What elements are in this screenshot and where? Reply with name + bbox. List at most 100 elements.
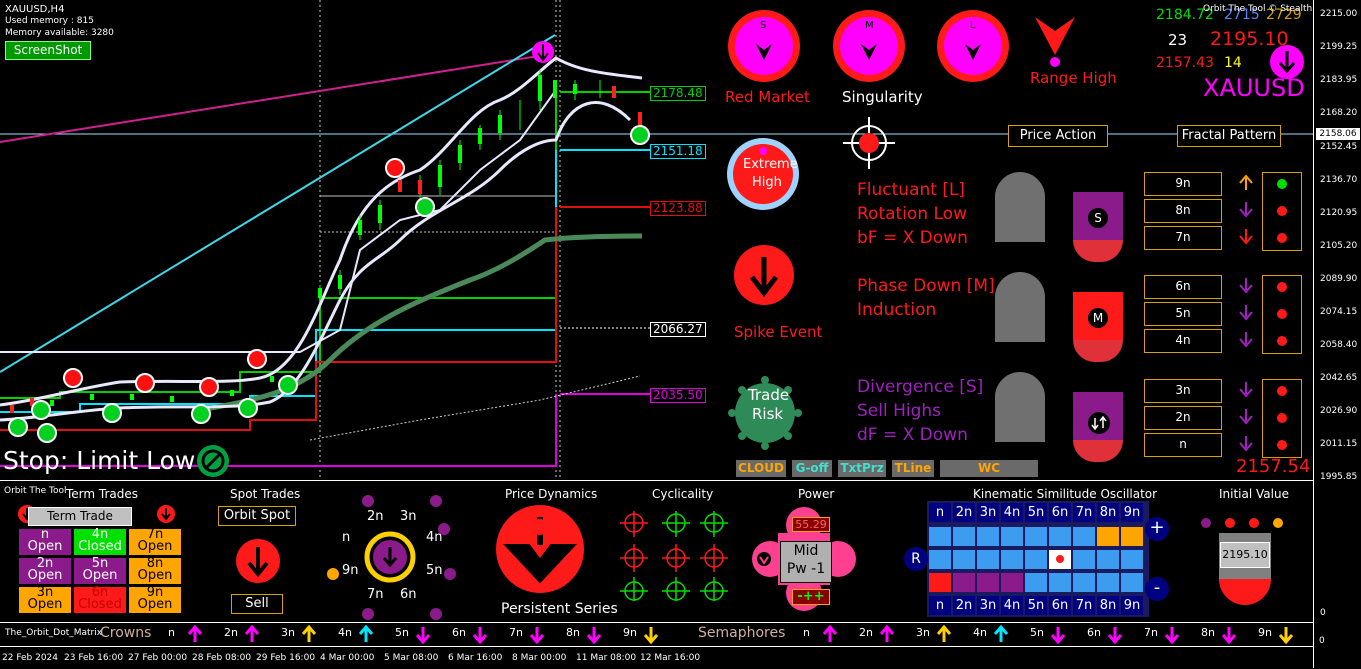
price-axis: 2215.00 2199.25 2183.95 2168.20 2152.45 … <box>1313 0 1361 668</box>
kso-plus-button[interactable]: + <box>1145 517 1169 541</box>
spike-event-icon <box>734 245 794 305</box>
nbox-5n[interactable]: 5n <box>1144 302 1222 326</box>
signal-box-1 <box>1262 172 1302 251</box>
bottom-price-label: 2157.54 <box>1236 456 1311 477</box>
cyclicality-title: Cyclicality <box>652 487 714 501</box>
crosshair-target-icon <box>843 117 895 169</box>
txtprz-button[interactable]: TxtPrz <box>838 460 886 477</box>
spike-event-label: Spike Event <box>734 323 823 341</box>
orbit-spot-button[interactable]: Orbit Spot <box>218 506 296 526</box>
g-off-button[interactable]: G-off <box>792 460 832 477</box>
orbit-ring: 2n 3n n 4n 9n 5n 7n 6n <box>320 491 460 621</box>
nbox-n[interactable]: n <box>1144 433 1222 457</box>
current-price-tag: 2158.06 <box>1316 128 1360 140</box>
signal-box-2 <box>1262 275 1302 354</box>
level-label-2123: 2123.88 <box>650 201 706 216</box>
tt-cell-9n[interactable]: 9n Open <box>129 586 181 613</box>
tt-cell-5n[interactable]: 5n Open <box>74 557 126 584</box>
nbox-8n[interactable]: 8n <box>1144 199 1222 223</box>
gauge-m-shape <box>995 272 1045 342</box>
kso-grid: n 2n 3n 4n 5n 6n 7n 8n 9n n 2n 3n 4n 5n … <box>927 501 1149 617</box>
s-badge-icon: S <box>1073 192 1123 262</box>
spot-sell-arrow-icon <box>236 539 280 583</box>
nbox-9n[interactable]: 9n <box>1144 172 1222 196</box>
kso-minus-button[interactable]: - <box>1145 577 1169 601</box>
trade-risk-icon: Trade Risk <box>726 374 804 452</box>
memory-available: Memory available: 3280 <box>5 28 114 38</box>
cyclicality-grid <box>620 509 730 601</box>
spot-trades-title: Spot Trades <box>230 487 301 501</box>
divergence-label: Divergence [S] <box>857 377 984 397</box>
red-market-label: Red Market <box>725 88 810 106</box>
kso-r-button[interactable]: R <box>904 547 928 571</box>
tt-cell-2n[interactable]: 2n Open <box>19 557 71 584</box>
screenshot-button[interactable]: ScreenShot <box>5 41 91 60</box>
phase-down-label: Phase Down [M] <box>857 276 995 296</box>
range-high-label: Range High <box>1030 69 1117 87</box>
strip-arrows <box>187 624 1294 645</box>
wc-button[interactable]: WC <box>940 460 1038 477</box>
nbox-6n[interactable]: 6n <box>1144 275 1222 299</box>
rotation-low-label: Rotation Low <box>857 204 967 224</box>
signal-box-3 <box>1262 379 1302 458</box>
s-circle-icon: S <box>728 10 800 82</box>
induction-label: Induction <box>857 300 937 320</box>
symbol-big-label: XAUUSD <box>1203 74 1305 102</box>
extreme-high-icon: Extreme High <box>727 138 799 210</box>
strip-zero: 0 <box>1319 636 1325 646</box>
sell-highs-label: Sell Highs <box>857 401 942 421</box>
power-gauge: 55.29 Mid Pw -1 -++ <box>752 507 856 611</box>
level-label-2178: 2178.48 <box>650 86 706 101</box>
fluctuant-label: Fluctuant [L] <box>857 180 966 200</box>
nbox-4n[interactable]: 4n <box>1144 329 1222 353</box>
tt-cell-7n[interactable]: 7n Open <box>129 528 181 555</box>
stat-value-7: 14 <box>1224 55 1242 71</box>
term-trade-arrow2-icon <box>157 505 175 523</box>
bf-down-label: bF = X Down <box>857 228 968 248</box>
arrow-column <box>1236 172 1256 457</box>
tt-cell-3n[interactable]: 3n Open <box>19 586 71 613</box>
price-dynamics-title: Price Dynamics <box>505 487 598 501</box>
m-badge-icon: M <box>1073 292 1123 362</box>
m-circle-icon: M <box>833 10 905 82</box>
symbol-title: XAUUSD,H4 <box>5 4 65 15</box>
tt-cell-6n[interactable]: 6n Closed <box>74 586 126 613</box>
df-down-label: dF = X Down <box>857 425 968 445</box>
singularity-label: Singularity <box>842 88 923 106</box>
level-label-2151: 2151.18 <box>650 144 706 159</box>
stat-value-6: 2157.43 <box>1156 55 1214 71</box>
level-label-2066: 2066.27 <box>650 322 706 337</box>
no-entry-icon <box>197 445 229 477</box>
tline-button[interactable]: TLine <box>892 460 934 477</box>
orbit-tool-label: Orbit The Tool <box>4 486 67 496</box>
range-high-arrow-icon <box>1033 15 1079 67</box>
term-trades-title: Term Trades <box>66 487 139 501</box>
main-chart[interactable]: XAUUSD,H4 Used memory : 815 Memory avail… <box>0 0 1313 480</box>
l-circle-icon: L <box>937 10 1009 82</box>
nbox-7n[interactable]: 7n <box>1144 226 1222 250</box>
tt-cell-8n[interactable]: 8n Open <box>129 557 181 584</box>
persistent-series-label: Persistent Series <box>501 601 618 617</box>
price-dynamics-arrow-icon <box>496 505 584 593</box>
gauge-s-shape <box>995 372 1045 442</box>
tt-cell-n[interactable]: n Open <box>19 528 71 555</box>
bottom-strip: The_Orbit_Dot_Matrix Crowns Semaphores n… <box>0 622 1313 647</box>
initial-value-title: Initial Value <box>1219 487 1289 501</box>
initial-value-gauge: 2195.10 <box>1219 533 1271 607</box>
stat-value-4: 23 <box>1168 31 1188 49</box>
indicator-credit: Orbit The Tool © Stealth <box>1203 4 1313 14</box>
sell-button[interactable]: Sell <box>231 594 283 614</box>
gauge-l-shape <box>995 172 1045 242</box>
term-trade-hold-button[interactable]: Term Trade [Hold] <box>28 507 132 540</box>
stop-limit-text: Stop: Limit Low <box>3 446 196 475</box>
power-title: Power <box>798 487 835 501</box>
nbox-2n[interactable]: 2n <box>1144 406 1222 430</box>
time-axis: 22 Feb 2024 23 Feb 16:00 27 Feb 00:00 28… <box>0 646 1313 669</box>
tt-cell-4n[interactable]: 4n Closed <box>74 528 126 555</box>
price-action-button[interactable]: Price Action <box>1008 125 1108 147</box>
fractal-pattern-button[interactable]: Fractal Pattern <box>1177 125 1281 147</box>
kso-title: Kinematic Similitude Oscillator <box>973 487 1158 501</box>
cloud-button[interactable]: CLOUD <box>736 460 786 477</box>
initial-value-dots <box>1196 515 1292 529</box>
nbox-3n[interactable]: 3n <box>1144 379 1222 403</box>
